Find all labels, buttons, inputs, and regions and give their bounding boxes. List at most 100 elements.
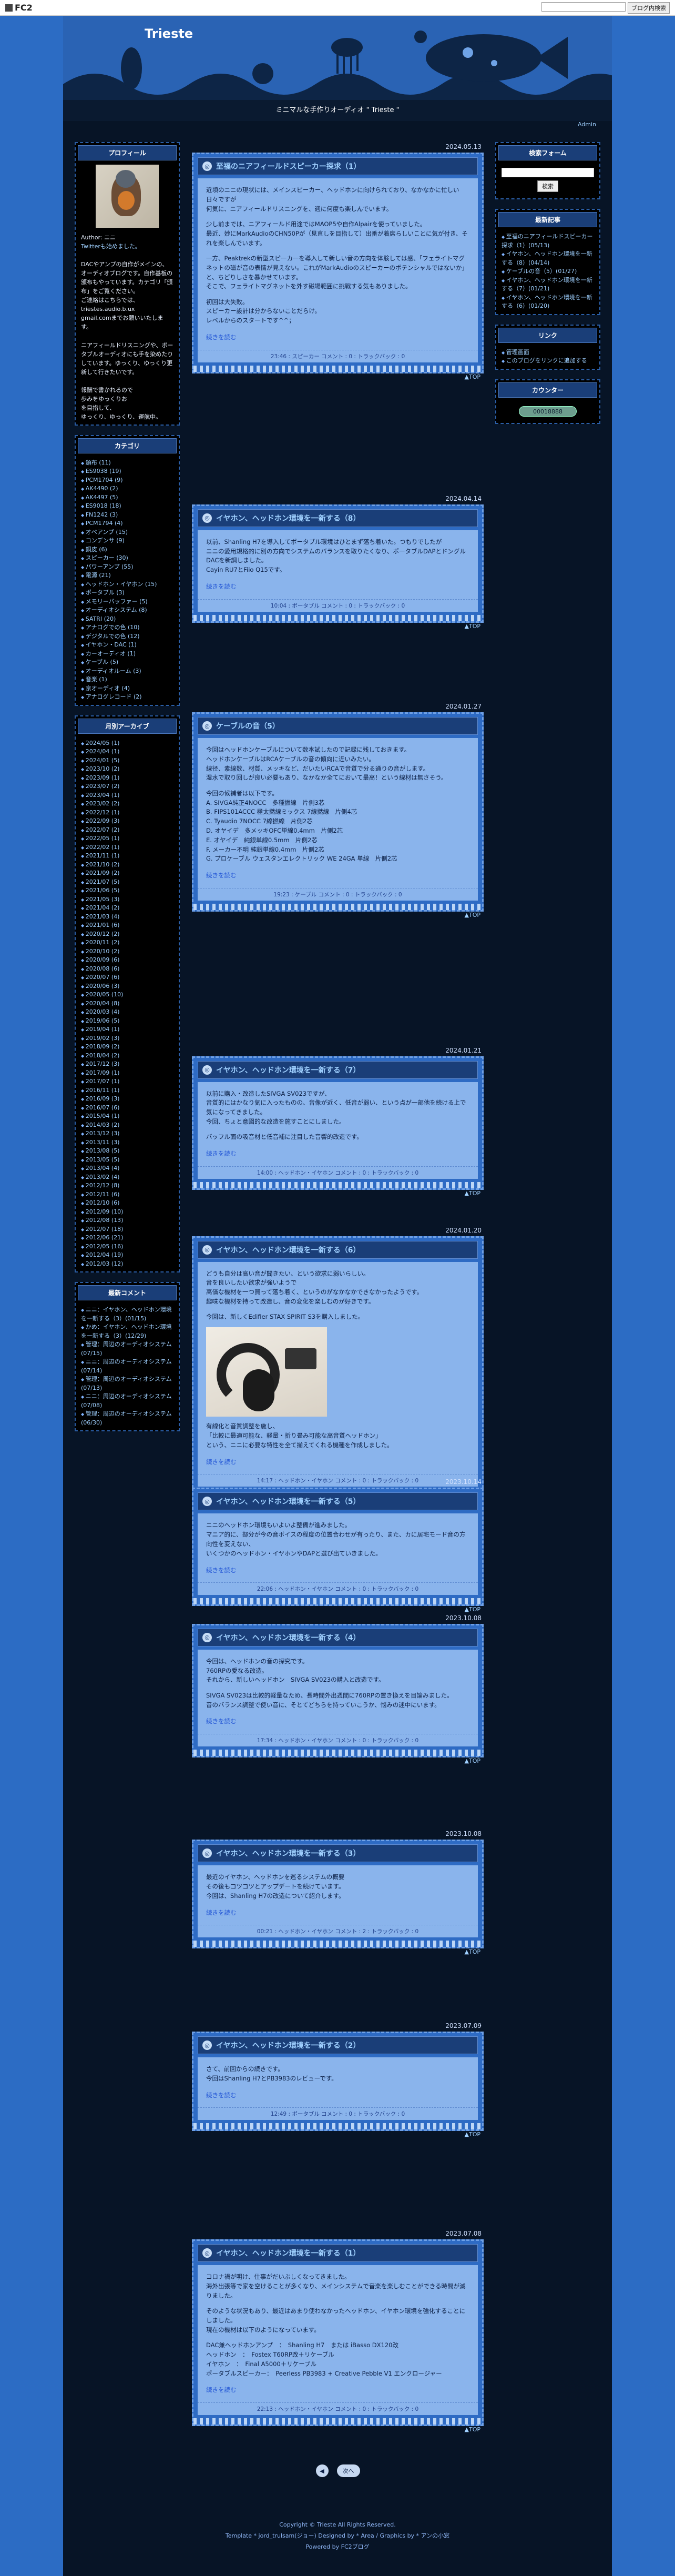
archive-item-link[interactable]: 2020/11 (2) <box>86 939 120 946</box>
archive-item-link[interactable]: 2023/09 (1) <box>86 774 120 781</box>
category-item-link[interactable]: イヤホン・DAC (1) <box>86 641 137 648</box>
archive-item[interactable]: 2023/02 (2) <box>81 800 173 809</box>
archive-item[interactable]: 2021/01 (6) <box>81 921 173 930</box>
recent-item-link[interactable]: イヤホン、ヘッドホン環境を一新する（8）(04/14) <box>502 250 592 266</box>
archive-item-link[interactable]: 2020/03 (4) <box>86 1008 120 1015</box>
archive-item-link[interactable]: 2020/08 (6) <box>86 965 120 972</box>
archive-item[interactable]: 2023/09 (1) <box>81 774 173 783</box>
category-item[interactable]: スピーカー (30) <box>81 554 173 563</box>
category-item-link[interactable]: AK4490 (2) <box>86 485 118 492</box>
archive-item[interactable]: 2012/11 (6) <box>81 1190 173 1199</box>
category-item[interactable]: 京オーディオ (4) <box>81 684 173 693</box>
archive-item-link[interactable]: 2012/10 (6) <box>86 1199 120 1206</box>
category-item-link[interactable]: オーディオルーム (3) <box>86 668 141 674</box>
category-item-link[interactable]: オーディオシステム (8) <box>86 607 147 613</box>
archive-item-link[interactable]: 2012/09 (10) <box>86 1208 124 1215</box>
link-item-link[interactable]: 管理画面 <box>506 349 529 356</box>
recent-item[interactable]: ケーブルの音（5）(01/27) <box>502 267 594 276</box>
top-link[interactable]: ▲TOP <box>465 1190 480 1197</box>
category-item[interactable]: ポータブル (3) <box>81 589 173 598</box>
archive-item[interactable]: 2012/10 (6) <box>81 1199 173 1208</box>
archive-item[interactable]: 2017/09 (1) <box>81 1069 173 1078</box>
archive-item-link[interactable]: 2017/09 (1) <box>86 1069 120 1076</box>
entry-title[interactable]: イヤホン、ヘッドホン環境を一新する（1） <box>216 2248 360 2258</box>
archive-item-link[interactable]: 2021/07 (5) <box>86 878 120 885</box>
category-item-link[interactable]: FN1242 (3) <box>86 511 118 518</box>
archive-item-link[interactable]: 2013/05 (5) <box>86 1156 120 1163</box>
archive-item[interactable]: 2022/07 (2) <box>81 826 173 835</box>
read-more-link[interactable]: 続きを読む <box>206 2092 237 2099</box>
archive-item-link[interactable]: 2022/12 (1) <box>86 809 120 816</box>
archive-item-link[interactable]: 2013/04 (4) <box>86 1165 120 1171</box>
archive-item[interactable]: 2014/03 (2) <box>81 1121 173 1130</box>
archive-item[interactable]: 2021/10 (2) <box>81 861 173 870</box>
search-button[interactable]: 検索 <box>537 180 558 192</box>
archive-item-link[interactable]: 2021/09 (2) <box>86 870 120 876</box>
archive-item-link[interactable]: 2021/10 (2) <box>86 861 120 868</box>
archive-item-link[interactable]: 2012/12 (8) <box>86 1182 120 1189</box>
archive-item[interactable]: 2021/11 (1) <box>81 852 173 861</box>
archive-item[interactable]: 2012/03 (12) <box>81 1260 173 1269</box>
category-item-link[interactable]: デジタルでの色 (12) <box>86 633 140 640</box>
archive-item[interactable]: 2013/05 (5) <box>81 1156 173 1165</box>
archive-item-link[interactable]: 2020/05 (10) <box>86 991 124 998</box>
archive-item[interactable]: 2024/04 (1) <box>81 747 173 756</box>
category-item-link[interactable]: ヘッドホン・イヤホン (15) <box>86 581 157 588</box>
entry-title[interactable]: イヤホン、ヘッドホン環境を一新する（3） <box>216 1848 360 1858</box>
archive-item[interactable]: 2018/09 (2) <box>81 1043 173 1052</box>
archive-item-link[interactable]: 2012/04 (19) <box>86 1251 124 1258</box>
category-item-link[interactable]: 音楽 (1) <box>86 676 107 683</box>
top-link[interactable]: ▲TOP <box>465 912 480 918</box>
entry-title[interactable]: イヤホン、ヘッドホン環境を一新する（5） <box>216 1496 360 1507</box>
archive-item[interactable]: 2012/12 (8) <box>81 1181 173 1190</box>
archive-item[interactable]: 2023/10 (2) <box>81 765 173 774</box>
archive-item-link[interactable]: 2021/05 (3) <box>86 896 120 903</box>
comment-item-link[interactable]: 管理：周辺のオーディオシステム (06/30) <box>81 1410 172 1426</box>
archive-item-link[interactable]: 2016/07 (6) <box>86 1104 120 1111</box>
archive-item[interactable]: 2021/09 (2) <box>81 869 173 878</box>
comment-item[interactable]: 管理：周辺のオーディオシステム (07/13) <box>81 1375 173 1392</box>
link-item-link[interactable]: このブログをリンクに追加する <box>506 357 587 364</box>
archive-item[interactable]: 2013/11 (3) <box>81 1138 173 1147</box>
category-item[interactable]: オペアンプ (15) <box>81 528 173 537</box>
category-item[interactable]: 音楽 (1) <box>81 675 173 684</box>
archive-item[interactable]: 2021/05 (3) <box>81 895 173 904</box>
top-link[interactable]: ▲TOP <box>465 373 480 380</box>
entry-title[interactable]: イヤホン、ヘッドホン環境を一新する（6） <box>216 1245 360 1255</box>
archive-item-link[interactable]: 2020/12 (2) <box>86 931 120 937</box>
archive-item[interactable]: 2019/06 (5) <box>81 1017 173 1026</box>
category-item[interactable]: アナログレコード (2) <box>81 693 173 702</box>
comment-item[interactable]: 管理：周辺のオーディオシステム (07/15) <box>81 1340 173 1358</box>
archive-item-link[interactable]: 2023/10 (2) <box>86 765 120 772</box>
category-item[interactable]: オーディオルーム (3) <box>81 667 173 676</box>
category-item[interactable]: ヘッドホン・イヤホン (15) <box>81 580 173 589</box>
fc2-logo[interactable]: FC2 <box>5 3 33 13</box>
recent-item-link[interactable]: 至福のニアフィールドスピーカー探求（1）(05/13) <box>502 233 592 249</box>
archive-item[interactable]: 2019/04 (1) <box>81 1025 173 1034</box>
comment-item-link[interactable]: かめ：イヤホン、ヘッドホン環境を一新する（3）(12/29) <box>81 1324 172 1339</box>
read-more-link[interactable]: 続きを読む <box>206 334 237 341</box>
archive-item[interactable]: 2024/01 (5) <box>81 756 173 765</box>
top-link[interactable]: ▲TOP <box>465 1606 480 1613</box>
archive-item-link[interactable]: 2022/07 (2) <box>86 826 120 833</box>
archive-item-link[interactable]: 2015/04 (1) <box>86 1113 120 1119</box>
archive-item[interactable]: 2016/09 (3) <box>81 1095 173 1104</box>
category-item-link[interactable]: PCM1794 (4) <box>86 520 123 527</box>
archive-item-link[interactable]: 2021/11 (1) <box>86 852 120 859</box>
archive-item-link[interactable]: 2020/06 (3) <box>86 983 120 989</box>
category-item[interactable]: 頒布 (11) <box>81 459 173 468</box>
category-item[interactable]: デジタルでの色 (12) <box>81 632 173 641</box>
category-item[interactable]: メモリーバッファー (5) <box>81 598 173 607</box>
read-more-link[interactable]: 続きを読む <box>206 872 237 879</box>
top-link[interactable]: ▲TOP <box>465 623 480 630</box>
category-item-link[interactable]: メモリーバッファー (5) <box>86 598 148 605</box>
archive-item-link[interactable]: 2022/05 (1) <box>86 835 120 842</box>
top-link[interactable]: ▲TOP <box>465 2426 480 2433</box>
archive-item[interactable]: 2012/07 (18) <box>81 1225 173 1234</box>
read-more-link[interactable]: 続きを読む <box>206 1458 237 1466</box>
category-item-link[interactable]: 銅皮 (6) <box>86 546 107 553</box>
entry-title[interactable]: イヤホン、ヘッドホン環境を一新する（2） <box>216 2040 360 2050</box>
read-more-link[interactable]: 続きを読む <box>206 2386 237 2393</box>
archive-item-link[interactable]: 2019/06 (5) <box>86 1017 120 1024</box>
link-item[interactable]: 管理画面 <box>502 348 594 357</box>
